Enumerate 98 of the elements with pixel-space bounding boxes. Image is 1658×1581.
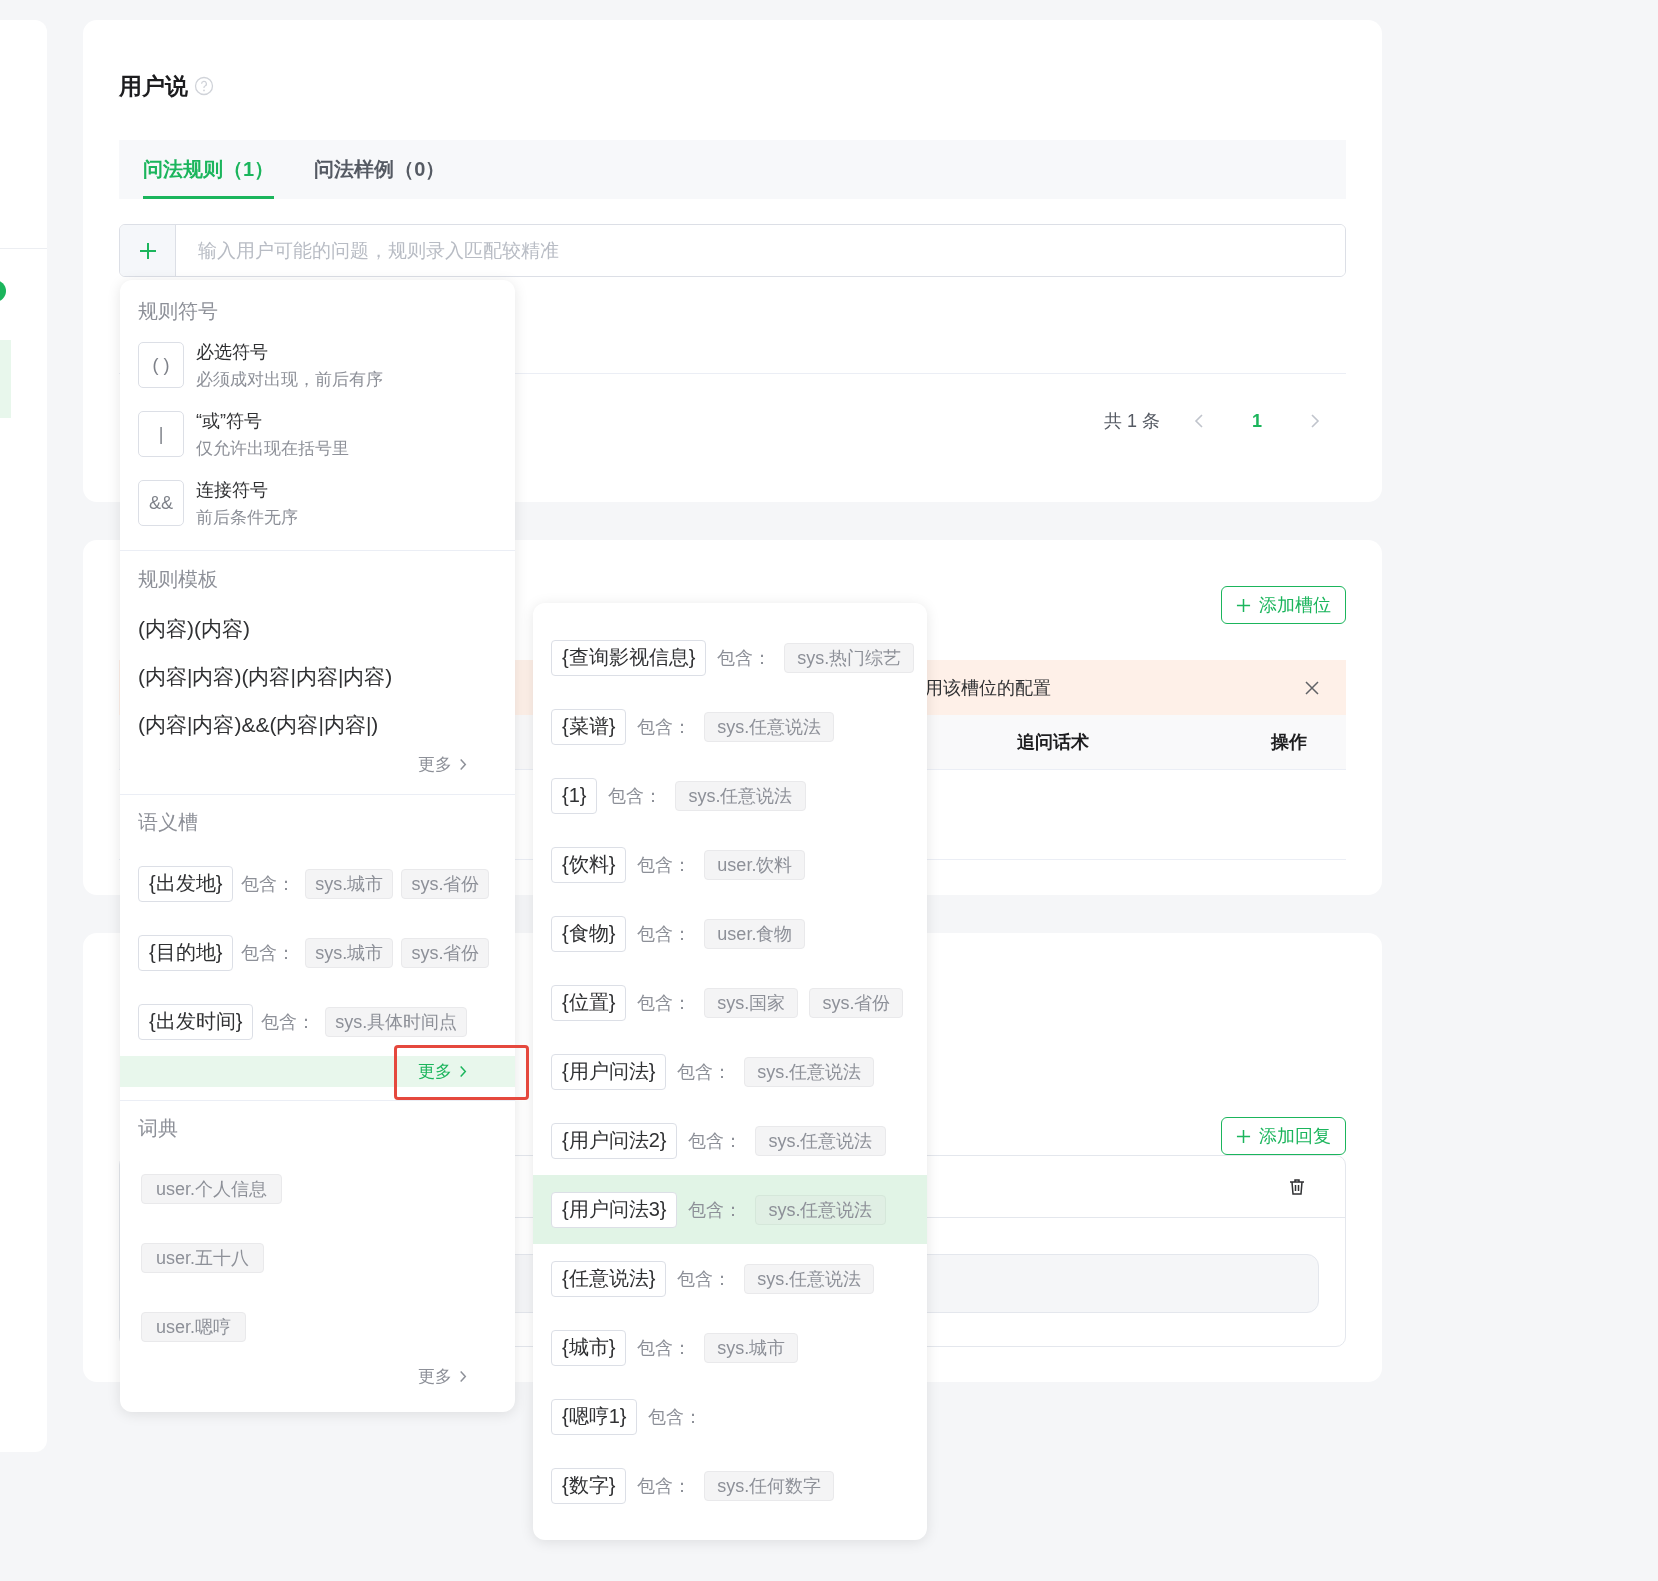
value-tag: sys.任意说法 bbox=[744, 1056, 875, 1087]
next-page-icon[interactable] bbox=[1310, 413, 1320, 429]
chevron-right-icon bbox=[459, 757, 467, 771]
contains-label: 包含： bbox=[688, 1198, 743, 1222]
symbol-hint: 前后条件无序 bbox=[196, 506, 298, 529]
value-tag: sys.任意说法 bbox=[675, 780, 806, 811]
value-tag: sys.任意说法 bbox=[704, 711, 835, 742]
slot-name[interactable]: {菜谱} bbox=[551, 708, 627, 745]
menu-row[interactable]: {任意说法} 包含： sys.任意说法 bbox=[533, 1244, 927, 1313]
rule-input-field[interactable]: 输入用户可能的问题，规则录入匹配较精准 bbox=[119, 224, 1346, 277]
slot-name[interactable]: {数字} bbox=[551, 1467, 627, 1504]
slot-name[interactable]: {目的地} bbox=[138, 934, 234, 971]
previous-page-icon[interactable] bbox=[1194, 413, 1204, 429]
help-icon[interactable] bbox=[194, 76, 214, 96]
slot-name[interactable]: {用户问法} bbox=[551, 1053, 667, 1090]
value-tag: sys.城市 bbox=[305, 937, 394, 968]
symbol-name: 必选符号 bbox=[196, 340, 269, 364]
slot-name[interactable]: {查询影视信息} bbox=[551, 639, 707, 676]
menu-row[interactable]: {食物} 包含： user.食物 bbox=[533, 899, 927, 968]
template-item[interactable]: (内容|内容)(内容|内容|内容) bbox=[138, 663, 393, 691]
template-item[interactable]: (内容|内容)&&(内容|内容|) bbox=[138, 711, 379, 739]
slot-name[interactable]: {位置} bbox=[551, 984, 627, 1021]
menu-row[interactable]: {1} 包含： sys.任意说法 bbox=[533, 761, 927, 830]
add-button[interactable] bbox=[120, 225, 176, 276]
section-heading: 规则模板 bbox=[138, 568, 219, 590]
section-heading: 语义槽 bbox=[138, 811, 199, 833]
plus-icon bbox=[137, 240, 158, 261]
value-tag: sys.任意说法 bbox=[744, 1263, 875, 1294]
menu-row[interactable]: {嗯哼1} 包含： bbox=[533, 1382, 927, 1451]
value-tag: sys.任意说法 bbox=[755, 1125, 886, 1156]
slot-name[interactable]: {任意说法} bbox=[551, 1260, 667, 1297]
value-tag: sys.任意说法 bbox=[755, 1194, 886, 1225]
contains-label: 包含： bbox=[648, 1405, 703, 1429]
symbol-button[interactable]: ( ) bbox=[138, 342, 184, 388]
template-item[interactable]: (内容)(内容) bbox=[138, 615, 250, 643]
plus-icon bbox=[1236, 597, 1251, 613]
menu-row[interactable]: {用户问法2} 包含： sys.任意说法 bbox=[533, 1106, 927, 1175]
contains-label: 包含： bbox=[717, 646, 772, 670]
trash-icon[interactable] bbox=[1287, 1176, 1307, 1197]
plus-icon bbox=[1236, 1128, 1251, 1144]
contains-label: 包含： bbox=[637, 991, 692, 1015]
contains-label: 包含： bbox=[241, 872, 296, 896]
section-title: 用户说 bbox=[119, 71, 188, 101]
value-tag: sys.省份 bbox=[401, 937, 490, 968]
menu-row[interactable]: {位置} 包含： sys.国家 sys.省份 bbox=[533, 968, 927, 1037]
menu-row[interactable]: {城市} 包含： sys.城市 bbox=[533, 1313, 927, 1382]
value-tag: sys.省份 bbox=[401, 868, 490, 899]
column-header: 操作 bbox=[1270, 731, 1307, 754]
slot-name[interactable]: {用户问法3} bbox=[551, 1191, 678, 1228]
contains-label: 包含： bbox=[688, 1129, 743, 1153]
value-tag: sys.城市 bbox=[704, 1332, 799, 1363]
contains-label: 包含： bbox=[261, 1010, 316, 1034]
contains-label: 包含： bbox=[637, 715, 692, 739]
total-count: 共 1 条 bbox=[1103, 410, 1160, 433]
symbol-button[interactable]: && bbox=[138, 480, 184, 526]
value-tag: user.饮料 bbox=[704, 849, 806, 880]
chevron-right-icon bbox=[459, 1065, 467, 1078]
slot-name[interactable]: {出发地} bbox=[138, 865, 234, 902]
contains-label: 包含： bbox=[637, 853, 692, 877]
symbol-button[interactable]: | bbox=[138, 411, 184, 457]
chevron-right-icon bbox=[459, 1369, 467, 1383]
slot-name[interactable]: {饮料} bbox=[551, 846, 627, 883]
close-icon[interactable] bbox=[1304, 679, 1320, 696]
slot-name[interactable]: {用户问法2} bbox=[551, 1122, 678, 1159]
slot-name[interactable]: {嗯哼1} bbox=[551, 1398, 638, 1435]
value-tag: sys.具体时间点 bbox=[325, 1006, 468, 1037]
contains-label: 包含： bbox=[637, 1336, 692, 1360]
menu-row[interactable]: {用户问法3} 包含： sys.任意说法 bbox=[533, 1175, 927, 1244]
contains-label: 包含： bbox=[677, 1060, 732, 1084]
contains-label: 包含： bbox=[608, 784, 663, 808]
slot-name[interactable]: {出发时间} bbox=[138, 1003, 254, 1040]
tab[interactable]: 问法样例（0） bbox=[314, 140, 446, 199]
menu-row[interactable]: {数字} 包含： sys.任何数字 bbox=[533, 1451, 927, 1520]
column-header: 追问话术 bbox=[1017, 731, 1089, 754]
symbol-name: 连接符号 bbox=[196, 478, 269, 502]
slot-name[interactable]: {食物} bbox=[551, 915, 627, 952]
value-tag: sys.热门综艺 bbox=[784, 642, 915, 673]
value-tag: user.食物 bbox=[704, 918, 806, 949]
menu-row[interactable]: {饮料} 包含： user.饮料 bbox=[533, 830, 927, 899]
contains-label: 包含： bbox=[677, 1267, 732, 1291]
menu-row[interactable]: {用户问法} 包含： sys.任意说法 bbox=[533, 1037, 927, 1106]
contains-label: 包含： bbox=[637, 1474, 692, 1498]
value-tag: sys.国家 bbox=[704, 987, 799, 1018]
value-tag: sys.任何数字 bbox=[704, 1470, 835, 1501]
contains-label: 包含： bbox=[637, 922, 692, 946]
value-tag: sys.城市 bbox=[305, 868, 394, 899]
slot-name[interactable]: {1} bbox=[551, 777, 598, 814]
value-tag: sys.省份 bbox=[809, 987, 904, 1018]
section-heading: 规则符号 bbox=[138, 300, 219, 322]
symbol-name: “或”符号 bbox=[196, 409, 263, 433]
slot-name[interactable]: {城市} bbox=[551, 1329, 627, 1366]
menu-row[interactable]: {查询影视信息} 包含： sys.热门综艺 bbox=[533, 623, 927, 692]
menu-row[interactable]: {菜谱} 包含： sys.任意说法 bbox=[533, 692, 927, 761]
section-heading: 词典 bbox=[138, 1117, 179, 1139]
alert-text: 用该槽位的配置 bbox=[925, 676, 1052, 700]
symbol-hint: 必须成对出现，前后有序 bbox=[196, 368, 383, 391]
contains-label: 包含： bbox=[241, 941, 296, 965]
symbol-hint: 仅允许出现在括号里 bbox=[196, 437, 349, 460]
